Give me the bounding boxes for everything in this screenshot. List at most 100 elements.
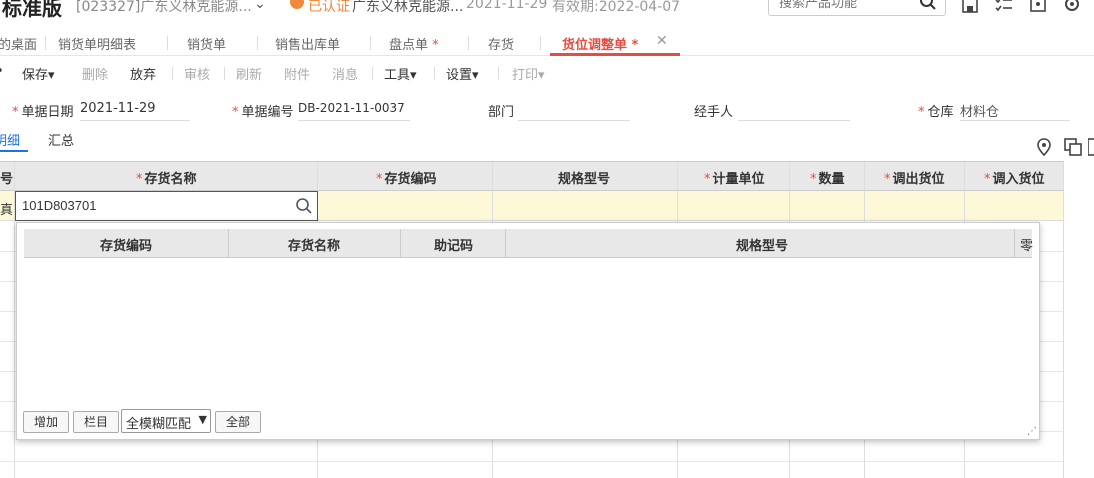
item-search-input[interactable]: [22, 198, 282, 213]
certified-label: 已认证: [308, 0, 350, 15]
unsaved-marker: *: [631, 38, 639, 53]
delete-button[interactable]: 删除: [82, 64, 108, 83]
save-button[interactable]: 保存▾: [22, 64, 55, 83]
save-icon[interactable]: [960, 0, 980, 14]
warehouse-label: * 仓库: [918, 105, 954, 120]
col-item-code: * 存货编码: [376, 172, 437, 187]
save-label: 保存: [22, 68, 49, 83]
tab-divider: [167, 36, 168, 50]
print-label: 打印: [512, 68, 539, 83]
tab-stocktake[interactable]: 盘点单 *: [389, 34, 439, 53]
tab-divider: [468, 36, 469, 50]
chevron-down-icon: ▾: [410, 68, 417, 83]
pop-col-truncated: 零: [1020, 239, 1034, 254]
tab-inventory[interactable]: 存货: [488, 34, 514, 53]
pop-col-name: 存货名称: [288, 239, 341, 254]
search-input[interactable]: [779, 0, 919, 10]
chevron-down-icon: ▾: [48, 68, 55, 83]
tab-label: 货位调整单: [562, 38, 628, 53]
col-spec: 规格型号: [558, 172, 611, 187]
match-mode-value: 全模糊匹配: [126, 417, 192, 432]
handler-field[interactable]: [738, 97, 850, 121]
col-divider: [228, 229, 229, 258]
settings-button[interactable]: 设置▾: [446, 64, 479, 83]
pop-col-mnemonic: 助记码: [434, 239, 474, 254]
col-row-no: 号: [0, 172, 14, 187]
row-indicator: 真: [0, 203, 14, 218]
refresh-button[interactable]: 刷新: [236, 64, 262, 83]
document-tabs: 的桌面 销货单明细表 销货单 销售出库单 盘点单 * 存货 货位调整单 * ✕: [0, 28, 1094, 56]
certified-icon: [290, 0, 304, 9]
settings-label: 设置: [446, 68, 473, 83]
doc-no-label: * 单据编号: [232, 105, 294, 120]
toolbar-divider: [498, 67, 499, 80]
tab-sales-outbound[interactable]: 销售出库单: [275, 34, 340, 53]
doc-date-field[interactable]: 2021-11-29: [80, 97, 190, 121]
tab-sales-order[interactable]: 销货单: [187, 34, 226, 53]
toolbar-divider: [224, 67, 225, 80]
package-icon[interactable]: [1028, 0, 1048, 14]
search-icon[interactable]: [295, 197, 313, 215]
popup-header: 存货编码 存货名称 助记码 规格型号 零: [24, 229, 1034, 258]
col-out-location: * 调出货位: [884, 172, 945, 187]
all-button[interactable]: 全部: [215, 411, 261, 433]
item-name-editor[interactable]: [15, 191, 318, 221]
tab-detail[interactable]: 明细: [0, 130, 20, 149]
tab-desktop[interactable]: 的桌面: [0, 34, 37, 53]
doc-no-field[interactable]: DB-2021-11-0037: [298, 97, 410, 121]
grid-header: 号 * 存货名称 * 存货编码 规格型号 * 计量单位 * 数量 * 调出货位 * 调入货位: [0, 162, 1064, 191]
active-tab-indicator: [550, 53, 680, 56]
toolbar-bullet: •: [0, 64, 4, 79]
expiry-date: 有效期:2022-04-07: [552, 0, 681, 15]
audit-button[interactable]: 审核: [184, 64, 210, 83]
top-bar: 标准版 [023327]广东义林克能源... ⌄ 已认证 广东义林克能源... …: [0, 0, 1094, 26]
close-icon[interactable]: ✕: [656, 33, 668, 49]
col-qty: * 数量: [810, 172, 845, 187]
company-name[interactable]: [023327]广东义林克能源...: [76, 0, 252, 16]
col-item-name: * 存货名称: [136, 172, 197, 187]
tab-divider: [540, 36, 541, 50]
search-icon[interactable]: [919, 0, 937, 11]
chevron-down-icon: ▼: [198, 413, 207, 426]
global-search[interactable]: [768, 0, 946, 16]
gear-icon[interactable]: [1062, 0, 1082, 14]
toolbar: • 保存▾ 删除 放弃 审核 刷新 附件 消息 工具▾ 设置▾ 打印▾: [0, 58, 1094, 88]
dept-label: 部门: [488, 105, 515, 120]
more-icon[interactable]: [1088, 138, 1094, 156]
warehouse-field[interactable]: 材料仓: [960, 97, 1070, 121]
col-unit: * 计量单位: [704, 172, 765, 187]
pop-col-spec: 规格型号: [736, 239, 789, 254]
abandon-button[interactable]: 放弃: [130, 64, 156, 83]
toolbar-divider: [434, 67, 435, 80]
tools-label: 工具: [384, 68, 411, 83]
doc-date-label: * 单据日期: [12, 105, 74, 120]
message-button[interactable]: 消息: [332, 64, 358, 83]
pop-col-code: 存货编码: [100, 239, 153, 254]
columns-button[interactable]: 栏目: [73, 411, 119, 433]
tab-divider: [370, 36, 371, 50]
chevron-down-icon[interactable]: ⌄: [254, 0, 266, 12]
copy-icon[interactable]: [1064, 138, 1082, 156]
tools-button[interactable]: 工具▾: [384, 64, 417, 83]
add-button[interactable]: 增加: [23, 411, 69, 433]
checklist-icon[interactable]: [994, 0, 1014, 14]
col-divider: [1063, 162, 1064, 478]
login-date: 2021-11-29: [466, 0, 548, 12]
certified-company: 广东义林克能源...: [352, 0, 464, 15]
document-header-form: * 单据日期 2021-11-29 * 单据编号 DB-2021-11-0037 部…: [0, 92, 1094, 126]
toolbar-divider: [172, 67, 173, 80]
resize-handle-icon[interactable]: ⋰: [1027, 426, 1037, 437]
attachment-button[interactable]: 附件: [284, 64, 310, 83]
tab-location-adjust[interactable]: 货位调整单 *: [562, 34, 638, 53]
col-divider: [1014, 229, 1015, 258]
col-divider: [400, 229, 401, 258]
dept-field[interactable]: [518, 97, 630, 121]
tab-summary[interactable]: 汇总: [48, 130, 74, 149]
print-button[interactable]: 打印▾: [512, 64, 545, 83]
item-lookup-popup: 存货编码 存货名称 助记码 规格型号 零 增加 栏目 全模糊匹配 ▼ 全部 ⋰: [16, 222, 1040, 440]
tab-sales-detail[interactable]: 销货单明细表: [58, 34, 136, 53]
location-pin-icon[interactable]: [1036, 138, 1052, 156]
match-mode-select[interactable]: 全模糊匹配 ▼: [121, 409, 211, 433]
product-edition: 标准版: [2, 0, 62, 20]
toolbar-divider: [372, 67, 373, 80]
